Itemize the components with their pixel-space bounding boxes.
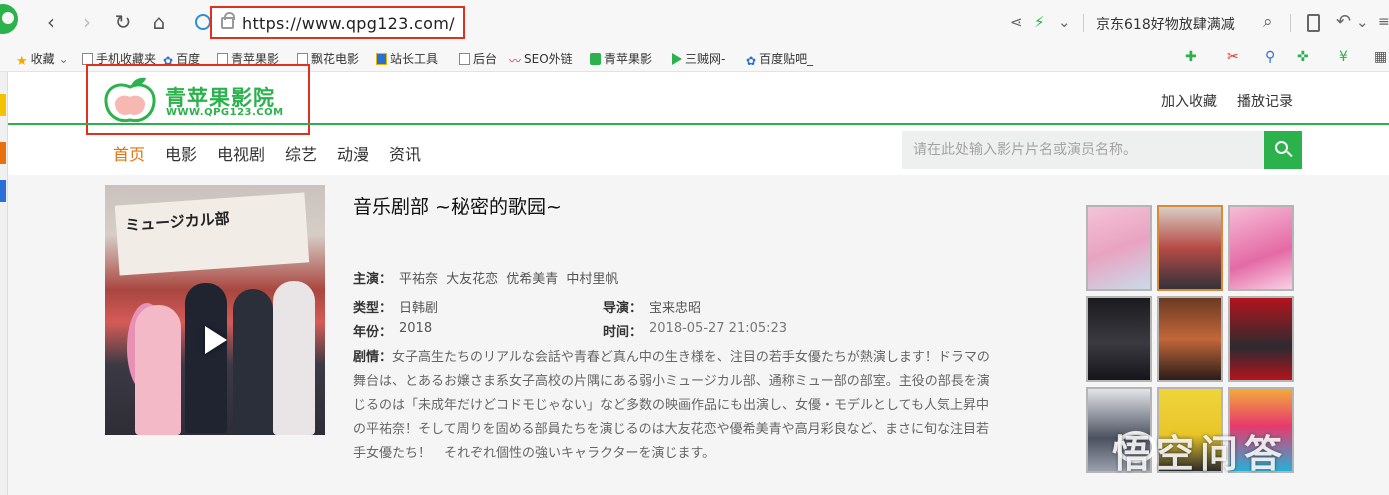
scissors-icon[interactable]: ✂ <box>1227 49 1239 65</box>
search-icon[interactable]: ⌕ <box>1263 12 1273 32</box>
home-button[interactable]: ⌂ <box>146 9 172 35</box>
back-button[interactable]: ‹ <box>38 9 64 35</box>
sync-icon[interactable] <box>195 14 211 30</box>
related-thumbnail[interactable] <box>1157 296 1223 382</box>
lock-icon <box>221 12 235 29</box>
plot-label: 剧情： <box>353 350 393 365</box>
bookmark-item[interactable]: 〰 SEO外链 <box>509 50 573 68</box>
apple-logo-icon <box>104 77 156 123</box>
watermark: 悟空问答 <box>1112 432 1289 476</box>
more-icon[interactable]: ≡ <box>1378 12 1389 32</box>
time-value: 2018-05-27 21:05:23 <box>649 321 788 336</box>
related-thumbnail[interactable] <box>1228 205 1294 291</box>
search-input[interactable] <box>902 131 1264 169</box>
plot-summary: 剧情：女子高生たちのリアルな会話や青春ど真ん中の生き様を、注目の若手女優たちが熱… <box>353 346 993 466</box>
gamepad-icon[interactable]: ✜ <box>1297 49 1309 65</box>
movie-poster[interactable]: ミュージカル部 <box>105 185 325 435</box>
movie-title: 音乐剧部 ~秘密的歌园~ <box>353 196 562 218</box>
nav-variety[interactable]: 综艺 <box>285 141 317 165</box>
bookmark-item[interactable]: 后台 <box>459 50 497 67</box>
related-thumbnail[interactable] <box>1086 296 1152 382</box>
green-icon <box>590 53 601 65</box>
sidebar-icon[interactable] <box>0 94 6 116</box>
time-label: 时间： <box>603 325 643 340</box>
lightning-icon[interactable]: ⚡ <box>1034 12 1045 32</box>
browser-toolbar: ‹ › ↻ ⌂ https://www.qpg123.com/ ⋖ ⚡ ⌄ 京东… <box>0 0 1389 45</box>
bookmark-item[interactable]: ★ 收藏 ⌄ <box>16 50 69 69</box>
forward-button[interactable]: › <box>74 9 100 35</box>
type-value[interactable]: 日韩剧 <box>399 297 438 316</box>
yen-icon[interactable]: ¥ <box>1339 49 1348 65</box>
play-history-link[interactable]: 播放记录 <box>1237 91 1293 111</box>
undo-menu-icon[interactable]: ⌄ <box>1356 12 1369 32</box>
star-icon: ★ <box>16 54 28 69</box>
nav-anime[interactable]: 动漫 <box>337 141 369 165</box>
undo-icon[interactable]: ↶ <box>1336 12 1351 32</box>
seo-icon: 〰 <box>509 54 522 68</box>
paw-icon: ✿ <box>746 54 757 68</box>
year-value: 2018 <box>399 321 433 336</box>
add-icon[interactable]: ✚ <box>1185 49 1197 65</box>
nav-tv[interactable]: 电视剧 <box>217 141 265 165</box>
phone-icon[interactable] <box>1307 14 1320 32</box>
related-thumbnail[interactable] <box>1228 296 1294 382</box>
divider <box>1083 14 1084 32</box>
plot-text: 女子高生たちのリアルな会話や青春ど真ん中の生き様を、注目の若手女優たちが熱演しま… <box>353 350 990 461</box>
search-button[interactable] <box>1264 131 1302 169</box>
browser-logo-icon[interactable] <box>0 4 18 34</box>
bookmark-item[interactable]: 青苹果影 <box>590 50 652 67</box>
url-text[interactable]: https://www.qpg123.com/ <box>242 14 455 33</box>
magnifier-icon[interactable]: ⚲ <box>1265 49 1275 65</box>
related-thumbnail[interactable] <box>1157 205 1223 291</box>
sidebar-strip <box>0 72 8 495</box>
cast-value[interactable]: 平祐奈 大友花恋 优希美青 中村里帆 <box>399 268 618 287</box>
type-label: 类型： <box>353 301 393 316</box>
divider <box>1290 14 1291 32</box>
bookmark-item[interactable]: 站长工具 <box>376 50 438 67</box>
nav-home[interactable]: 首页 <box>113 141 145 165</box>
related-thumbnail[interactable] <box>1086 205 1152 291</box>
sidebar-icon[interactable] <box>0 142 6 164</box>
play-icon[interactable] <box>205 326 227 354</box>
chevron-down-icon[interactable]: ⌄ <box>1058 12 1071 32</box>
nav-movies[interactable]: 电影 <box>165 141 197 165</box>
address-bar[interactable]: https://www.qpg123.com/ <box>210 6 465 39</box>
year-label: 年份： <box>353 325 393 340</box>
director-label: 导演： <box>603 301 643 316</box>
tools-icon <box>376 53 387 65</box>
bookmark-item[interactable]: ✿ 百度贴吧_ <box>746 50 813 68</box>
header-divider <box>8 123 1389 125</box>
grid-icon[interactable]: ▦ <box>1374 49 1387 65</box>
sidebar-icon[interactable] <box>0 180 6 202</box>
refresh-button[interactable]: ↻ <box>110 9 136 35</box>
nav-news[interactable]: 资讯 <box>389 141 421 165</box>
cast-label: 主演： <box>353 272 393 287</box>
bookmark-item[interactable]: 三贼网- <box>672 50 725 67</box>
play-icon <box>672 53 682 65</box>
promo-text[interactable]: 京东618好物放肆满减 <box>1096 14 1235 34</box>
logo-url: WWW.QPG123.COM <box>166 107 284 118</box>
add-favorite-link[interactable]: 加入收藏 <box>1161 91 1217 111</box>
page-icon <box>459 53 470 65</box>
director-value[interactable]: 宝来忠昭 <box>649 297 701 316</box>
share-icon[interactable]: ⋖ <box>1010 12 1023 32</box>
